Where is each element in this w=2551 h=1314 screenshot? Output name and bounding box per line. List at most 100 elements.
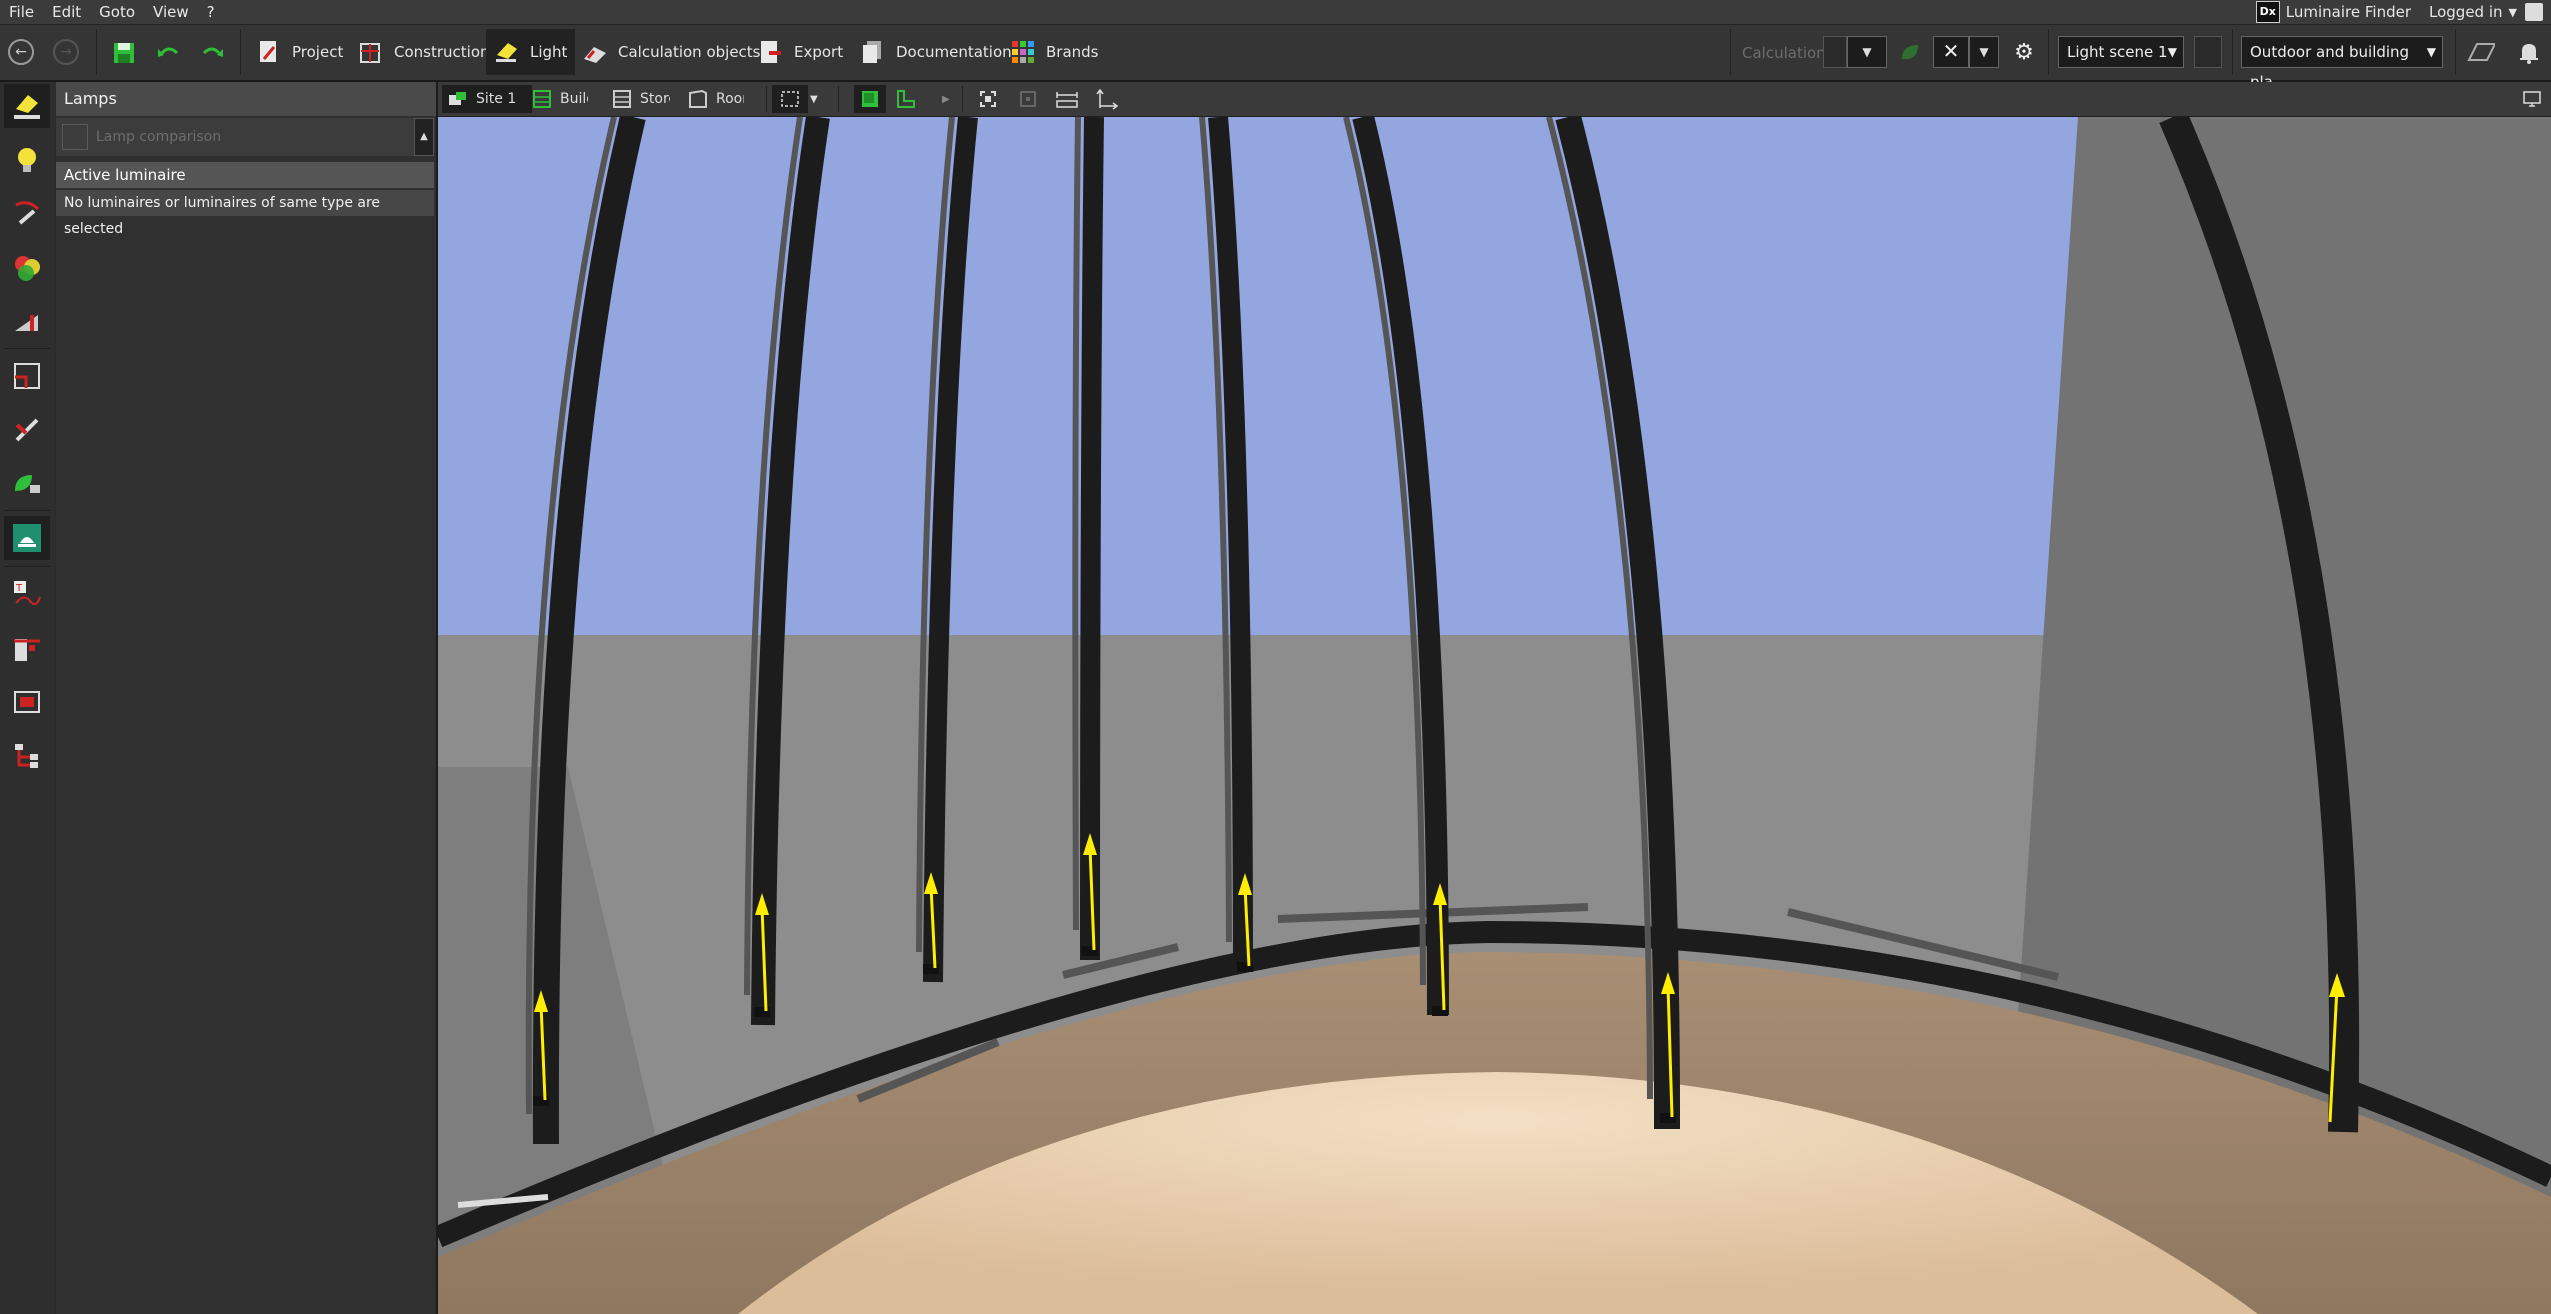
text-curve-button[interactable]: T [4,572,50,616]
site-button[interactable]: Site 1 [442,85,532,113]
menu-view[interactable]: View [144,0,198,24]
floor-plan-icon[interactable] [2467,40,2495,68]
luminaire-base[interactable] [1660,1113,1676,1123]
close-dropdown-arrow[interactable]: ▼ [1969,36,1999,68]
measure-button[interactable] [1054,85,1080,113]
axis-icon [1096,88,1119,110]
aim-tool-button[interactable] [4,192,50,236]
view-mode-select[interactable]: Outdoor and building pla... ▼ [2241,36,2443,91]
color-balls-button[interactable] [4,246,50,290]
tab-project[interactable]: Project [248,29,351,75]
lamp-comparison-button[interactable]: Lamp comparison [56,118,416,156]
luminaire-base[interactable] [754,1007,770,1017]
menu-bar: File Edit Goto View ? Dx Luminaire Finde… [0,0,2551,25]
viewbar-divider [962,86,963,112]
menu-help[interactable]: ? [198,0,224,24]
presentation-button[interactable] [2518,85,2546,113]
3d-viewport[interactable] [438,117,2551,1314]
menu-edit[interactable]: Edit [43,0,90,24]
cutplane-icon [14,639,40,661]
light-scene-select[interactable]: Light scene 1 ▼ [2058,36,2184,68]
3d-scene[interactable] [438,117,2551,1314]
selection-rect-icon [781,91,799,107]
zoom-extents-button[interactable] [976,85,1000,113]
2d-view-button[interactable] [892,85,920,113]
light-distribution-button[interactable] [4,300,50,344]
luminaire-base[interactable] [1082,946,1098,956]
light-distribution-icon [15,315,38,331]
play-icon[interactable]: ▶ [942,85,956,113]
cutplane-button[interactable] [4,626,50,670]
emergency-light-icon [13,524,41,552]
selection-mode-button[interactable] [772,85,808,113]
tree-button[interactable] [4,734,50,778]
leaf-plug-button[interactable] [4,462,50,506]
room-shape-button[interactable] [4,354,50,398]
tab-export[interactable]: Export [750,29,851,75]
building-button[interactable]: Building [532,85,588,113]
luminaire-base[interactable] [923,964,939,974]
tab-documentation-label: Documentation [896,43,1012,61]
svg-text:T: T [15,583,23,594]
leaf-icon[interactable] [1896,39,1924,67]
calculation-label[interactable]: Calculation [1742,44,1826,62]
back-icon[interactable]: ← [8,39,34,65]
room-label: Room [716,91,744,107]
menu-goto[interactable]: Goto [90,0,144,24]
login-dropdown[interactable]: Logged in ▼ [2421,3,2551,21]
lamp-button[interactable] [4,84,50,128]
main-toolbar: ← → Project Construction Light Calculati… [0,25,2551,91]
view-toolbar: Site 1 Building Storey Room ▼ ▶ [438,82,2551,117]
tab-light[interactable]: Light [486,29,576,75]
user-avatar-icon [2525,3,2543,21]
calculation-status-box[interactable] [1823,36,1847,68]
toolbar-divider [2048,29,2049,75]
calculation-dropdown-arrow[interactable]: ▼ [1847,36,1887,68]
menu-file[interactable]: File [0,0,43,24]
tab-construction[interactable]: Construction [350,29,498,75]
gear-icon[interactable]: ⚙ [2008,37,2040,69]
strip-divider [4,348,50,349]
cube-icon [862,91,878,107]
panel-title: Lamps [56,82,436,116]
save-icon[interactable] [110,39,138,67]
viewbar-divider [766,86,767,112]
rib-beam [1080,117,1104,961]
tab-calculation-objects[interactable]: Calculation objects [574,29,769,75]
documentation-icon [863,41,881,63]
bulb-button[interactable] [4,138,50,182]
brands-icon [1012,41,1034,63]
light-scene-value: Light scene 1 [2067,43,2168,61]
tab-export-label: Export [794,43,844,61]
chevron-down-icon: ▼ [2508,5,2517,19]
tab-brands[interactable]: Brands [1002,29,1107,75]
scroll-up-icon[interactable]: ▲ [414,118,434,156]
close-icon[interactable]: ✕ [1933,36,1969,68]
light-scene-settings-icon[interactable] [2194,36,2222,68]
ruler-icon [1056,92,1078,108]
redo-icon[interactable] [198,39,226,67]
3d-view-button[interactable] [854,85,886,113]
building-label: Building [560,91,588,107]
toolbar-divider [2455,29,2456,75]
lamp-icon [14,95,40,119]
color-balls-icon [15,256,40,281]
luminaire-finder-button[interactable]: Dx Luminaire Finder [2246,0,2421,24]
tools-button[interactable] [4,408,50,452]
luminaire-base[interactable] [1237,962,1253,972]
zoom-selection-button[interactable] [1016,85,1040,113]
emergency-light-button[interactable] [4,516,50,560]
frame-button[interactable] [4,680,50,724]
tab-documentation[interactable]: Documentation [852,29,1020,75]
forward-icon[interactable]: → [53,39,79,65]
room-button[interactable]: Room [688,85,744,113]
luminaire-base[interactable] [533,1096,549,1106]
luminaire-base[interactable] [1432,1006,1448,1016]
lamp-comparison-label: Lamp comparison [96,129,222,145]
storey-button[interactable]: Storey [612,85,670,113]
selection-mode-dropdown[interactable]: ▼ [810,85,826,113]
project-icon [260,41,276,62]
undo-icon[interactable] [155,39,183,67]
axis-button[interactable] [1094,85,1120,113]
bell-icon[interactable] [2517,40,2545,68]
